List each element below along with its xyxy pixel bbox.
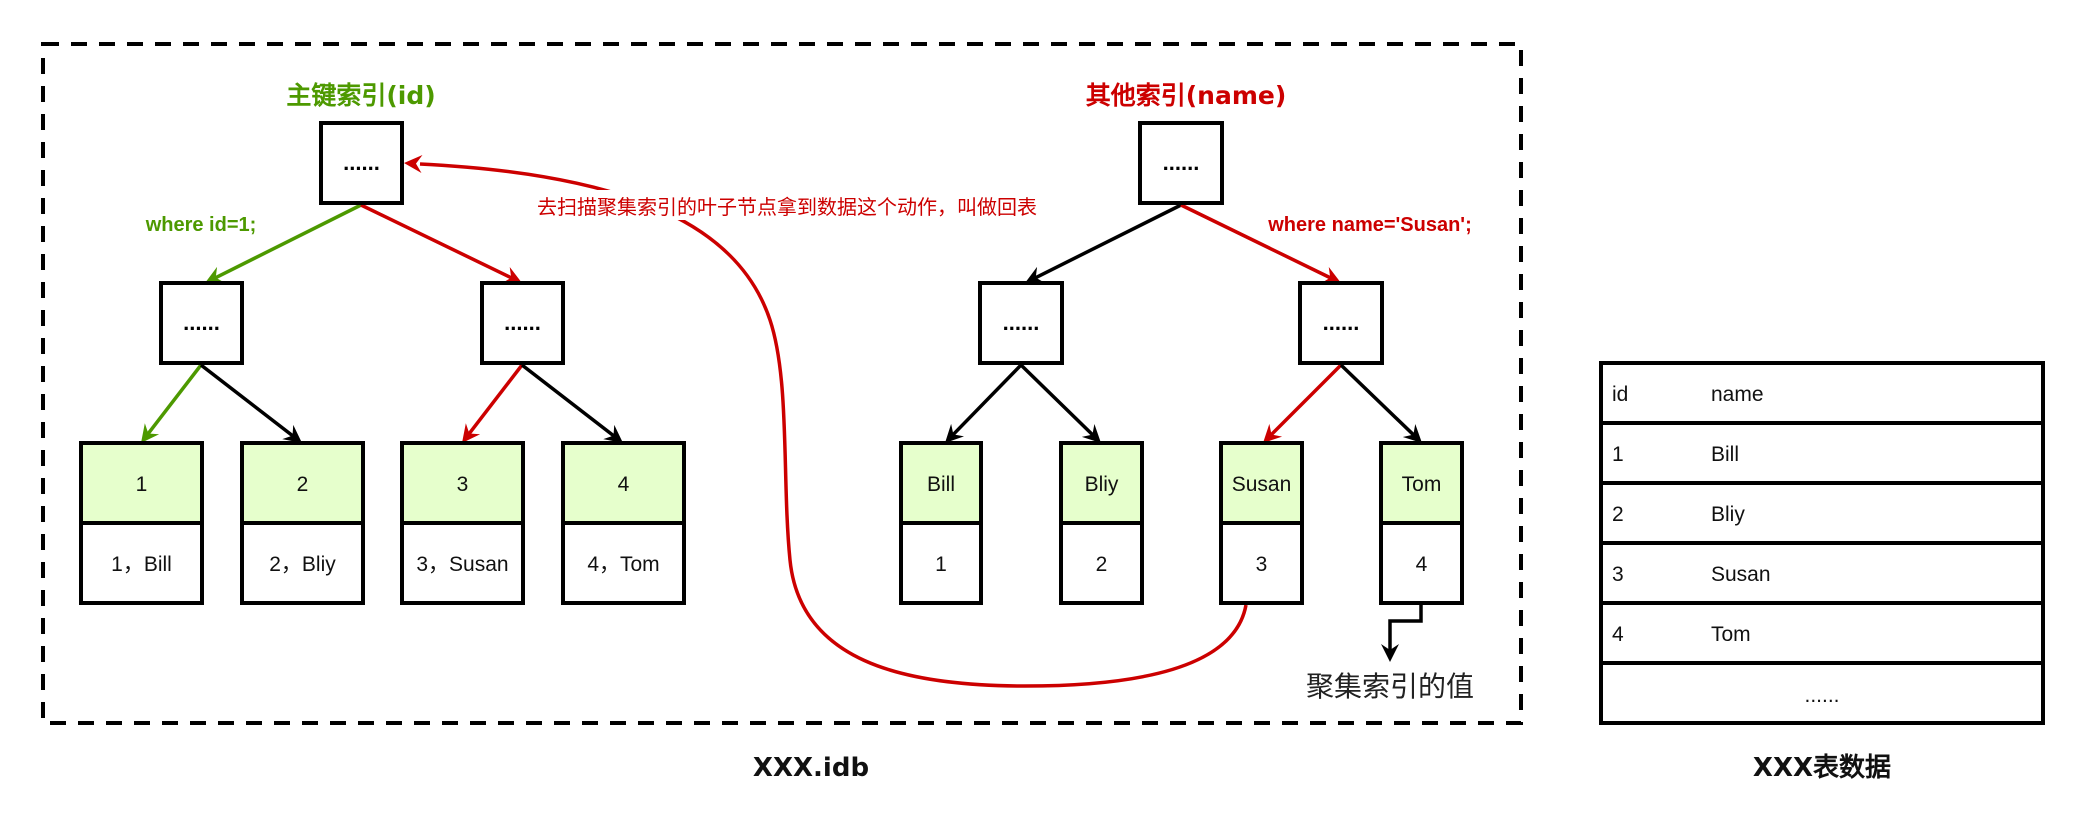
- primary-query-condition: where id=1;: [145, 214, 257, 236]
- secondary-leaf-tom: Tom 4: [1379, 441, 1464, 605]
- secondary-leaf-bliy: Bliy 2: [1059, 441, 1144, 605]
- edge-secondary-left-to-bill: [950, 363, 1023, 438]
- leaf-row-data: 2，Bliy: [269, 553, 336, 576]
- leaf-primary-key: 1: [935, 553, 947, 576]
- leaf-key: Bliy: [1085, 473, 1119, 496]
- leaf-row-data: 3，Susan: [416, 553, 508, 576]
- leaf-primary-key: 3: [1256, 553, 1268, 576]
- cell-name: Bill: [1711, 443, 1739, 466]
- primary-leaf-1: 1 1，Bill: [79, 441, 204, 605]
- edge-primary-right-to-leaf-3: [466, 363, 524, 437]
- back-to-table-curve-arrowhead: [404, 155, 423, 173]
- leaf-key: 3: [457, 473, 469, 496]
- secondary-internal-node-right: ......: [1298, 281, 1384, 365]
- secondary-query-condition: where name='Susan';: [1267, 214, 1471, 236]
- primary-internal-label: ......: [504, 310, 541, 335]
- leaf-row-data: 4，Tom: [587, 553, 659, 576]
- leaf-key: 1: [136, 473, 148, 496]
- primary-internal-node-right: ......: [480, 281, 565, 365]
- secondary-index-title: 其他索引(name): [1086, 81, 1287, 110]
- cell-id: 1: [1612, 443, 1624, 466]
- secondary-internal-label: ......: [1323, 310, 1360, 335]
- cell-name: Bliy: [1711, 503, 1745, 526]
- leaf-key: Bill: [927, 473, 955, 496]
- edge-secondary-right-to-tom: [1339, 363, 1417, 438]
- leaf-row-data: 1，Bill: [111, 553, 172, 576]
- edge-primary-left-to-leaf-2: [199, 363, 296, 439]
- primary-root-label: ......: [343, 150, 380, 175]
- edges: [141, 155, 1423, 688]
- back-to-table-note: 去扫描聚集索引的叶子节点拿到数据这个动作，叫做回表: [537, 195, 1037, 219]
- secondary-leaf-susan: Susan 3: [1219, 441, 1304, 605]
- table-more-rows: ......: [1804, 684, 1839, 707]
- leaf-key: 4: [618, 473, 630, 496]
- index-diagram: 主键索引(id) 其他索引(name) ...... ...... ......…: [41, 42, 2045, 783]
- cell-name: Tom: [1711, 623, 1751, 646]
- leaf-key: 2: [297, 473, 309, 496]
- primary-internal-node-left: ......: [159, 281, 244, 365]
- primary-leaf-3: 3 3，Susan: [400, 441, 525, 605]
- cell-id: 3: [1612, 563, 1624, 586]
- edge-primary-right-to-leaf-4: [520, 363, 617, 439]
- secondary-root-label: ......: [1163, 150, 1200, 175]
- secondary-root-node: ......: [1138, 121, 1224, 205]
- leaf-key: Susan: [1232, 473, 1292, 496]
- primary-index-title: 主键索引(id): [286, 81, 435, 110]
- primary-internal-label: ......: [183, 310, 220, 335]
- secondary-internal-label: ......: [1003, 310, 1040, 335]
- secondary-leaf-bill: Bill 1: [899, 441, 983, 605]
- primary-root-node: ......: [319, 121, 404, 205]
- table-caption: XXX表数据: [1753, 753, 1891, 783]
- cell-id: 4: [1612, 623, 1624, 646]
- header-id: id: [1612, 383, 1628, 406]
- idb-file-caption: XXX.idb: [753, 753, 869, 783]
- back-to-table-curve: [419, 162, 1248, 688]
- leaf-primary-key: 2: [1096, 553, 1108, 576]
- edge-primary-left-to-leaf-1: [145, 363, 203, 437]
- edge-secondary-left-to-bliy: [1019, 363, 1096, 438]
- edge-secondary-right-to-susan: [1268, 363, 1343, 438]
- header-name: name: [1711, 383, 1764, 406]
- leaf-key: Tom: [1402, 473, 1442, 496]
- cell-name: Susan: [1711, 563, 1771, 586]
- cell-id: 2: [1612, 503, 1624, 526]
- clustered-value-connector: [1388, 605, 1423, 650]
- leaf-primary-key: 4: [1416, 553, 1428, 576]
- primary-leaf-4: 4 4，Tom: [561, 441, 686, 605]
- clustered-index-value-note: 聚集索引的值: [1306, 670, 1474, 703]
- table-data: id name 1 Bill 2 Bliy 3 Susan 4 Tom ....…: [1599, 361, 2045, 725]
- secondary-internal-node-left: ......: [978, 281, 1064, 365]
- primary-leaf-2: 2 2，Bliy: [240, 441, 365, 605]
